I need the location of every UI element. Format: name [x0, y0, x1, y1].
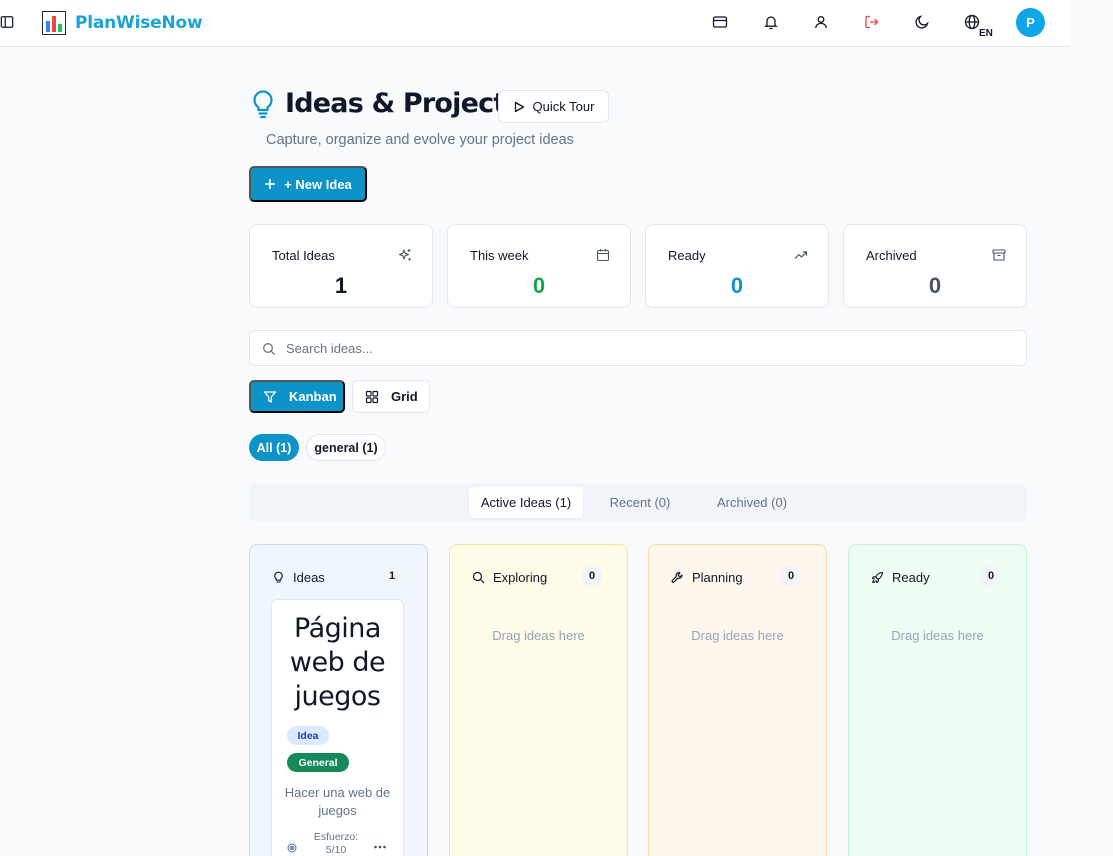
column-title: Exploring [493, 570, 548, 585]
bar-chart-logo-icon [42, 11, 66, 35]
column-header: Exploring [472, 570, 547, 585]
stat-label: Ready [668, 248, 706, 263]
effort-label: Esfuerzo: [313, 831, 359, 843]
user-icon[interactable] [813, 14, 829, 30]
idea-type-badge: Idea [287, 726, 329, 745]
quick-tour-label: Quick Tour [532, 99, 595, 114]
sidebar-toggle-icon[interactable] [0, 15, 14, 29]
column-empty-text: Drag ideas here [891, 628, 984, 643]
idea-tabs: Active Ideas (1) Recent (0) Archived (0) [249, 483, 1027, 522]
brand[interactable]: PlanWiseNow [42, 11, 203, 35]
grid-icon [365, 390, 379, 403]
idea-effort: Esfuerzo: 5/10 [308, 831, 364, 856]
stat-label: This week [470, 248, 529, 263]
stat-value: 1 [334, 273, 348, 298]
kanban-column-exploring: Exploring 0 Drag ideas here [449, 544, 628, 856]
quick-tour-button[interactable]: Quick Tour [498, 90, 609, 123]
tab-recent[interactable]: Recent (0) [595, 487, 685, 518]
stat-value: 0 [532, 273, 546, 298]
grid-view-button[interactable]: Grid [352, 380, 430, 413]
trending-up-icon [794, 248, 808, 262]
logout-icon[interactable] [864, 14, 880, 30]
stat-card-archived: Archived 0 [843, 224, 1027, 308]
wrench-icon [671, 571, 683, 583]
lightbulb-icon [251, 89, 275, 119]
app-name: PlanWiseNow [75, 13, 203, 33]
card-icon[interactable] [712, 14, 728, 30]
tab-active-ideas[interactable]: Active Ideas (1) [469, 487, 583, 518]
moon-icon[interactable] [914, 14, 930, 30]
language-code[interactable]: EN [979, 28, 993, 39]
search-input[interactable] [286, 331, 1016, 365]
avatar[interactable]: P [1016, 8, 1045, 37]
play-icon [514, 101, 524, 112]
kanban-view-button[interactable]: Kanban [249, 380, 345, 413]
column-header: Ideas [272, 570, 325, 585]
stat-label: Archived [866, 248, 917, 263]
tab-archived[interactable]: Archived (0) [701, 487, 803, 518]
new-idea-button[interactable]: + New Idea [249, 166, 367, 202]
column-title: Planning [692, 570, 743, 585]
stat-value: 0 [928, 273, 942, 298]
column-empty-text: Drag ideas here [691, 628, 784, 643]
filter-chip-general[interactable]: general (1) [306, 434, 386, 461]
rocket-icon [871, 571, 884, 584]
search-icon [472, 571, 485, 584]
column-empty-text: Drag ideas here [492, 628, 585, 643]
column-header: Ready [871, 570, 930, 585]
search-box [249, 330, 1027, 366]
globe-icon[interactable] [964, 14, 980, 30]
more-options-icon[interactable] [373, 838, 387, 849]
column-header: Planning [671, 570, 743, 585]
kanban-column-ideas: Ideas 1 Página web de juegos Idea Genera… [249, 544, 428, 856]
top-bar: PlanWiseNow EN P [0, 0, 1070, 47]
grid-label: Grid [391, 389, 418, 404]
idea-card[interactable]: Página web de juegos Idea General Hacer … [271, 599, 404, 856]
archive-icon [992, 248, 1006, 262]
bell-icon[interactable] [763, 14, 779, 30]
page-title: Ideas & Projects [285, 88, 522, 119]
column-title: Ready [892, 570, 930, 585]
sparkles-icon [398, 248, 412, 262]
stat-value: 0 [730, 273, 744, 298]
page-subtitle: Capture, organize and evolve your projec… [266, 132, 574, 148]
stat-card-this-week: This week 0 [447, 224, 631, 308]
stat-card-ready: Ready 0 [645, 224, 829, 308]
idea-card-title: Página web de juegos [289, 613, 386, 712]
filter-icon [263, 390, 277, 403]
search-icon [263, 343, 275, 355]
stat-card-total-ideas: Total Ideas 1 [249, 224, 433, 308]
kanban-column-ready: Ready 0 Drag ideas here [848, 544, 1027, 856]
target-icon [287, 840, 297, 853]
calendar-icon [596, 248, 610, 262]
column-count-badge: 0 [980, 566, 1002, 586]
kanban-column-planning: Planning 0 Drag ideas here [648, 544, 827, 856]
plus-icon [265, 179, 276, 189]
idea-card-description: Hacer una web de juegos [284, 785, 391, 818]
page-title-row: Ideas & Projects [251, 88, 522, 119]
column-title: Ideas [293, 570, 325, 585]
column-count-badge: 1 [381, 566, 403, 586]
lightbulb-icon [274, 571, 283, 583]
filter-chip-all[interactable]: All (1) [249, 434, 299, 461]
idea-category-badge: General [287, 753, 349, 772]
new-idea-label: + New Idea [284, 176, 352, 192]
effort-value: 5/10 [325, 844, 347, 856]
column-count-badge: 0 [581, 566, 603, 586]
kanban-label: Kanban [289, 389, 337, 404]
stat-label: Total Ideas [272, 248, 335, 263]
column-count-badge: 0 [780, 566, 802, 586]
